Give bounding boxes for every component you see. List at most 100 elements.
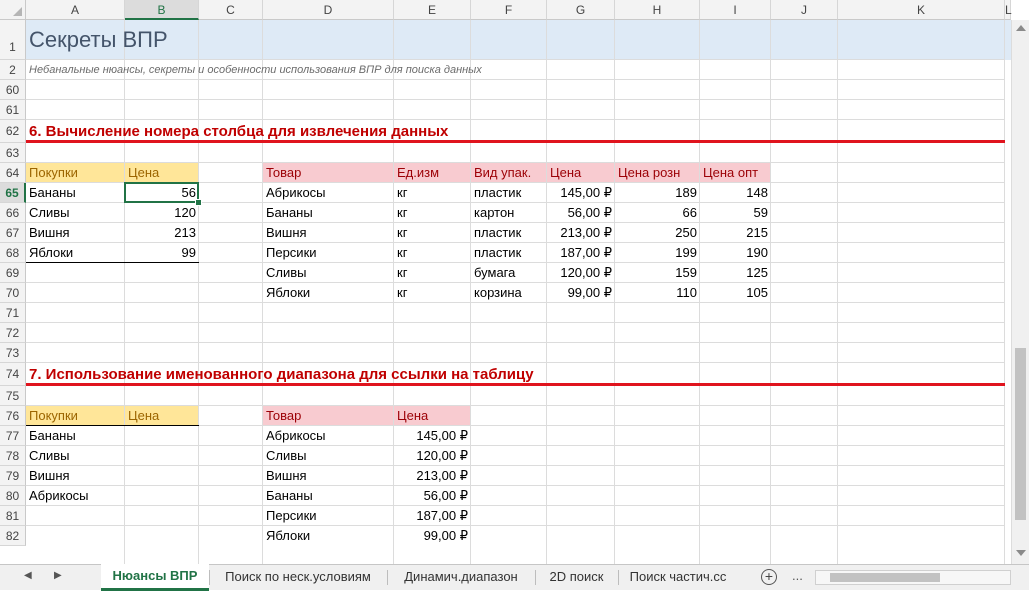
products-cell[interactable]: бумага (471, 263, 547, 283)
products-header-3[interactable]: Цена (547, 163, 615, 183)
purchases-price[interactable]: 120 (125, 203, 199, 223)
purchases-header-1[interactable]: Цена (125, 163, 199, 183)
purchases7-price[interactable] (125, 426, 199, 446)
products-cell[interactable]: 145,00 ₽ (547, 183, 615, 203)
products-cell[interactable]: 187,00 ₽ (547, 243, 615, 263)
products-cell[interactable]: 189 (615, 183, 700, 203)
products-cell[interactable]: кг (394, 263, 471, 283)
row-header-74[interactable]: 74 (0, 363, 26, 386)
products7-name[interactable]: Абрикосы (263, 426, 394, 446)
row-header-75[interactable]: 75 (0, 386, 26, 406)
column-header-g[interactable]: G (547, 0, 615, 20)
row-header-81[interactable]: 81 (0, 506, 26, 526)
row-header-62[interactable]: 62 (0, 120, 26, 143)
purchases-item[interactable]: Бананы (26, 183, 125, 203)
column-header-h[interactable]: H (615, 0, 700, 20)
prev-sheet-icon[interactable]: ◀ (24, 570, 32, 581)
products-header-0[interactable]: Товар (263, 163, 394, 183)
select-all-corner[interactable] (0, 0, 26, 20)
products-cell[interactable]: Персики (263, 243, 394, 263)
column-header-i[interactable]: I (700, 0, 771, 20)
products-cell[interactable]: 105 (700, 283, 771, 303)
horizontal-scroll-thumb[interactable] (830, 573, 940, 582)
products-cell[interactable]: кг (394, 243, 471, 263)
products-cell[interactable]: Сливы (263, 263, 394, 283)
products-cell[interactable]: 110 (615, 283, 700, 303)
products7-price[interactable]: 99,00 ₽ (394, 526, 471, 546)
products-cell[interactable]: 59 (700, 203, 771, 223)
column-header-j[interactable]: J (771, 0, 838, 20)
products-header-4[interactable]: Цена розн (615, 163, 700, 183)
row-header-1[interactable]: 1 (0, 20, 26, 60)
row-header-63[interactable]: 63 (0, 143, 26, 163)
row-header-79[interactable]: 79 (0, 466, 26, 486)
purchases7-item[interactable]: Бананы (26, 426, 125, 446)
column-header-k[interactable]: K (838, 0, 1005, 20)
purchases-item[interactable]: Яблоки (26, 243, 125, 263)
vertical-scrollbar[interactable] (1011, 20, 1029, 564)
products7-price[interactable]: 145,00 ₽ (394, 426, 471, 446)
purchases7-price[interactable] (125, 466, 199, 486)
products7-header-1[interactable]: Цена (394, 406, 471, 426)
row-header-65[interactable]: 65 (0, 183, 26, 203)
products7-price[interactable]: 213,00 ₽ (394, 466, 471, 486)
row-header-2[interactable]: 2 (0, 60, 26, 80)
products7-name[interactable]: Бананы (263, 486, 394, 506)
products-cell[interactable]: пластик (471, 243, 547, 263)
products-cell[interactable]: картон (471, 203, 547, 223)
row-header-61[interactable]: 61 (0, 100, 26, 120)
purchases7-item[interactable]: Вишня (26, 466, 125, 486)
more-options-icon[interactable]: ... (792, 568, 803, 583)
row-header-73[interactable]: 73 (0, 343, 26, 363)
products7-header-0[interactable]: Товар (263, 406, 394, 426)
column-header-c[interactable]: C (199, 0, 263, 20)
purchases-item[interactable]: Вишня (26, 223, 125, 243)
products-cell[interactable]: кг (394, 203, 471, 223)
active-cell-b65[interactable] (124, 182, 199, 203)
column-header-b[interactable]: B (125, 0, 199, 20)
row-header-69[interactable]: 69 (0, 263, 26, 283)
row-header-70[interactable]: 70 (0, 283, 26, 303)
purchases7-price[interactable] (125, 446, 199, 466)
row-header-82[interactable]: 82 (0, 526, 26, 546)
row-header-72[interactable]: 72 (0, 323, 26, 343)
sheet-tab-1[interactable]: Нюансы ВПР (101, 564, 209, 591)
products-cell[interactable]: Бананы (263, 203, 394, 223)
purchases7-item[interactable]: Сливы (26, 446, 125, 466)
vertical-scroll-thumb[interactable] (1015, 348, 1026, 520)
scroll-down-arrow-icon[interactable] (1016, 550, 1026, 556)
row-header-71[interactable]: 71 (0, 303, 26, 323)
column-header-f[interactable]: F (471, 0, 547, 20)
products-cell[interactable]: кг (394, 183, 471, 203)
products7-price[interactable]: 187,00 ₽ (394, 506, 471, 526)
products-cell[interactable]: 148 (700, 183, 771, 203)
column-header-d[interactable]: D (263, 0, 394, 20)
products-cell[interactable]: 213,00 ₽ (547, 223, 615, 243)
row-header-68[interactable]: 68 (0, 243, 26, 263)
products-cell[interactable]: Вишня (263, 223, 394, 243)
products-cell[interactable]: 190 (700, 243, 771, 263)
page-subtitle[interactable]: Небанальные нюансы, секреты и особенност… (26, 60, 771, 80)
purchases-price[interactable]: 213 (125, 223, 199, 243)
column-header-e[interactable]: E (394, 0, 471, 20)
purchases7-header-0[interactable]: Покупки (26, 406, 125, 426)
row-header-80[interactable]: 80 (0, 486, 26, 506)
products-header-5[interactable]: Цена опт (700, 163, 771, 183)
products-cell[interactable]: 250 (615, 223, 700, 243)
sheet-tab-4[interactable]: 2D поиск (535, 565, 618, 590)
purchases-item[interactable]: Сливы (26, 203, 125, 223)
purchases7-price[interactable] (125, 486, 199, 506)
products7-name[interactable]: Персики (263, 506, 394, 526)
products7-price[interactable]: 120,00 ₽ (394, 446, 471, 466)
row-header-77[interactable]: 77 (0, 426, 26, 446)
purchases7-item[interactable]: Абрикосы (26, 486, 125, 506)
products-cell[interactable]: 215 (700, 223, 771, 243)
page-title[interactable]: Секреты ВПР (26, 20, 394, 60)
purchases7-header-1[interactable]: Цена (125, 406, 199, 426)
products-cell[interactable]: кг (394, 223, 471, 243)
products-header-1[interactable]: Ед.изм (394, 163, 471, 183)
products-cell[interactable]: пластик (471, 223, 547, 243)
column-header-a[interactable]: A (26, 0, 125, 20)
fill-handle[interactable] (195, 199, 202, 206)
column-header-l[interactable]: L (1005, 0, 1012, 20)
